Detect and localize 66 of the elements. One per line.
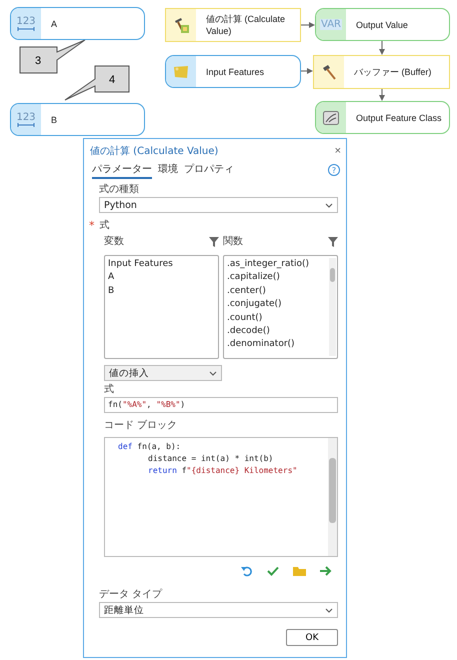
model-node[interactable]: Output Feature Class (315, 101, 450, 134)
folder-icon[interactable] (293, 566, 306, 576)
insert-value-dropdown[interactable]: 値の挿入 (104, 365, 222, 381)
list-item[interactable]: .as_integer_ratio() (227, 258, 329, 272)
list-item[interactable]: B (108, 284, 215, 298)
node-label: 値の計算 (Calculate Value) (205, 13, 286, 37)
filter-icon[interactable] (209, 237, 219, 247)
connector-arrow (379, 88, 385, 101)
node-label: Input Features (205, 66, 266, 78)
dialog-title: 値の計算 (Calculate Value) (90, 144, 218, 158)
tab[interactable]: パラメーター (92, 162, 152, 178)
list-item[interactable]: .denominator() (227, 338, 329, 352)
callout[interactable]: 4 (64, 66, 130, 100)
list-item[interactable]: .capitalize() (227, 271, 329, 285)
chevron-icon (325, 202, 333, 208)
list-item[interactable]: .center() (227, 284, 329, 298)
required-mark: * (89, 219, 94, 232)
expression-field[interactable]: fn("%A%", "%B%") (104, 397, 338, 413)
model-node[interactable]: Input Features (165, 55, 301, 88)
code-editor[interactable]: def fn(a, b): distance = int(a) * int(b) return f"{distance} Kilometers" (104, 437, 338, 557)
node-label: バッファー (Buffer) (353, 66, 432, 78)
node-label: Output Feature Class (355, 112, 443, 124)
model-node[interactable]: バッファー (Buffer) (313, 55, 450, 89)
chevron-icon (209, 370, 217, 376)
list-item[interactable]: .decode() (227, 325, 329, 338)
node-label: B (50, 114, 58, 126)
list-item[interactable]: .conjugate() (227, 298, 329, 312)
list-item[interactable]: A (108, 271, 215, 285)
dropdown[interactable]: 距離単位 (99, 602, 338, 618)
check-icon[interactable] (267, 566, 279, 576)
node-label: A (50, 18, 58, 30)
close-button[interactable]: × (334, 145, 341, 157)
model-node[interactable]: 123 B (10, 103, 145, 136)
scrollbar[interactable] (329, 258, 336, 356)
scrollbar[interactable] (328, 438, 337, 556)
section-label: 式 (100, 220, 110, 232)
callout[interactable]: 3 (20, 40, 86, 74)
feature-class-icon (323, 110, 339, 124)
undo-icon[interactable] (241, 565, 253, 577)
filter-icon[interactable] (328, 237, 338, 247)
chevron-icon (325, 608, 333, 612)
node-label: Output Value (355, 18, 409, 30)
dropdown[interactable]: Python (99, 197, 338, 213)
list-heading: 変数 (104, 236, 124, 248)
list-item[interactable]: Input Features (108, 258, 215, 272)
list-item[interactable]: .count() (227, 312, 329, 326)
connector-arrow (300, 22, 315, 28)
model-node[interactable]: VAR Output Value (315, 8, 450, 41)
arrow-right-icon[interactable] (320, 566, 332, 576)
list-heading: 関数 (223, 236, 243, 248)
field-label: コード ブロック (104, 420, 178, 432)
tab[interactable]: 環境 (158, 162, 178, 178)
map-layer-icon (173, 64, 189, 78)
field-label: 式 (104, 384, 115, 396)
help-button[interactable]: ? (328, 164, 340, 176)
field-label: データ タイプ (99, 589, 164, 601)
connector-arrow (300, 68, 313, 74)
model-node[interactable]: 値の計算 (Calculate Value) (165, 8, 301, 42)
field-label: 式の種類 (99, 184, 140, 196)
hammer-calculator-icon (172, 16, 190, 34)
hammer-icon (321, 64, 337, 80)
ok-button[interactable]: OK (286, 629, 338, 646)
connector-arrow (379, 40, 385, 55)
variable-icon: VAR (320, 19, 342, 30)
model-node[interactable]: 123 A (10, 7, 145, 40)
tab[interactable]: プロパティ (184, 162, 234, 178)
